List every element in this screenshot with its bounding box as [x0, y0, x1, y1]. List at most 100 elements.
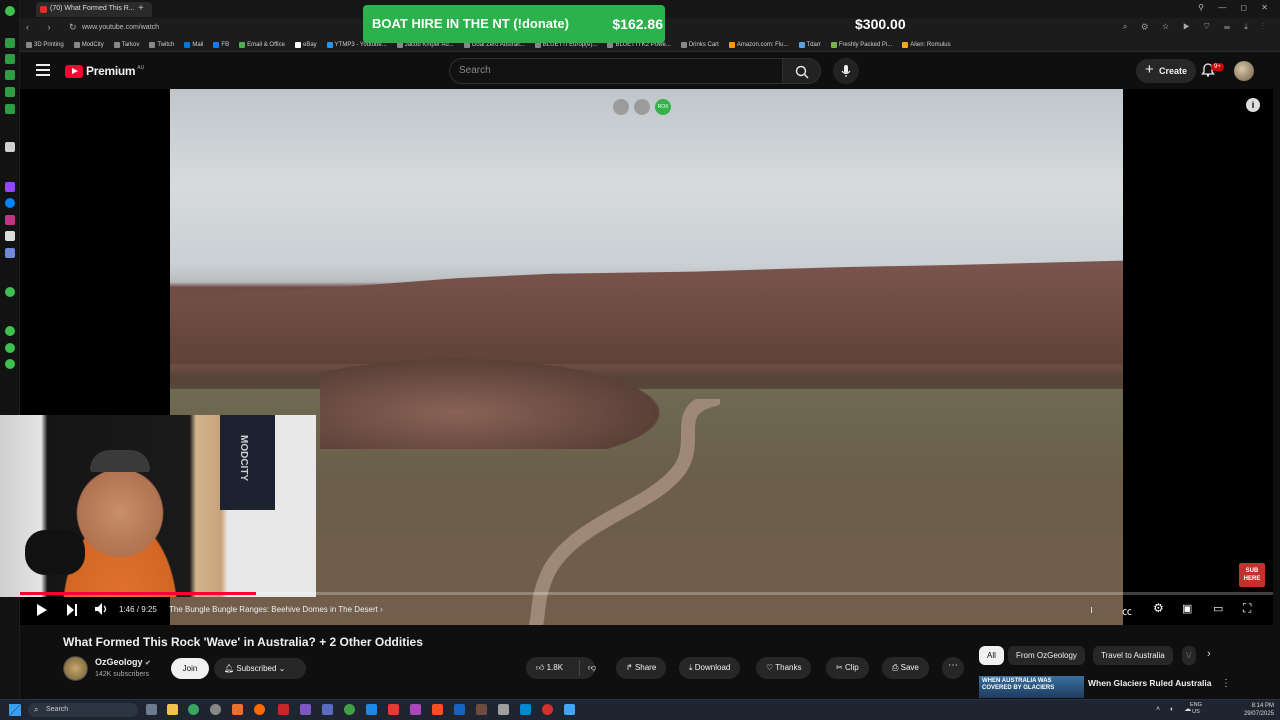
- app-icon[interactable]: [498, 704, 509, 715]
- settings-icon[interactable]: [5, 359, 15, 369]
- dislike-button[interactable]: 👎︎: [579, 660, 604, 676]
- url-field[interactable]: www.youtube.com/watch: [82, 24, 159, 31]
- sidebar-app-icon[interactable]: [5, 87, 15, 97]
- app-icon[interactable]: [432, 704, 443, 715]
- bookmark[interactable]: ModCity: [73, 41, 104, 48]
- file-explorer-icon[interactable]: [167, 704, 178, 715]
- bookmark[interactable]: Email & Office: [239, 41, 285, 48]
- app-icon[interactable]: [300, 704, 311, 715]
- rox-badge[interactable]: ROX: [655, 99, 671, 115]
- x-icon[interactable]: [5, 231, 15, 241]
- task-view-icon[interactable]: [146, 704, 157, 715]
- bookmark[interactable]: eBay: [294, 41, 317, 48]
- autoplay-toggle[interactable]: ⏽: [1088, 605, 1095, 616]
- chip-travel-australia[interactable]: Travel to Australia: [1093, 646, 1173, 665]
- twitch-icon[interactable]: [5, 182, 15, 192]
- share-button[interactable]: ↱ Share: [616, 657, 667, 679]
- bookmark[interactable]: Amazon.com: Flu...: [728, 41, 789, 48]
- sidebar-app-icon[interactable]: [5, 54, 15, 64]
- sidebar-app-icon[interactable]: [5, 38, 15, 48]
- app-icon[interactable]: [520, 704, 531, 715]
- search-input[interactable]: Search: [449, 58, 783, 84]
- search-button[interactable]: [783, 58, 821, 84]
- clip-button[interactable]: ✂ Clip: [826, 657, 869, 679]
- sidebar-app-icon[interactable]: [5, 104, 15, 114]
- window-controls[interactable]: ⚲ ― ◻ ✕: [1198, 3, 1274, 12]
- navigation-buttons[interactable]: ‹ › ↻: [26, 22, 85, 33]
- bookmark[interactable]: Twitch: [149, 41, 174, 48]
- steam-icon[interactable]: [210, 704, 221, 715]
- discord-icon[interactable]: [5, 248, 15, 258]
- bookmark[interactable]: Alien: Romulus: [902, 41, 951, 48]
- sidebar-app-icon[interactable]: [5, 70, 15, 80]
- app-icon[interactable]: [564, 704, 575, 715]
- recommended-thumbnail[interactable]: WHEN AUSTRALIA WAS COVERED BY GLACIERS: [979, 676, 1084, 698]
- opera-gx-icon[interactable]: [344, 704, 355, 715]
- channel-name[interactable]: OzGeology ✔: [95, 657, 151, 667]
- bookmark[interactable]: Freshly Packed Pi...: [830, 41, 892, 48]
- app-icon[interactable]: [410, 704, 421, 715]
- bookmark[interactable]: Drinks Cart: [680, 41, 719, 48]
- youtube-premium-logo[interactable]: Premium AU: [65, 64, 144, 78]
- channel-avatar[interactable]: [63, 656, 88, 681]
- bookmark[interactable]: FB: [213, 41, 229, 48]
- play-icon[interactable]: [36, 603, 48, 617]
- next-icon[interactable]: [66, 603, 78, 617]
- app-icon[interactable]: [278, 704, 289, 715]
- windows-start-icon[interactable]: [9, 704, 21, 716]
- share-screen-icon[interactable]: [634, 99, 650, 115]
- instagram-icon[interactable]: [5, 215, 15, 225]
- theater-mode-icon[interactable]: ▭: [1213, 602, 1223, 615]
- app-icon[interactable]: [388, 704, 399, 715]
- volume-icon[interactable]: [94, 602, 108, 616]
- recommended-more-icon[interactable]: ⋮: [1221, 678, 1231, 689]
- settings-gear-icon[interactable]: ⚙: [1153, 601, 1164, 615]
- recommended-title[interactable]: When Glaciers Ruled Australia: [1088, 678, 1211, 688]
- clock[interactable]: 8:14 PM 29/07/2025: [1244, 702, 1274, 718]
- browser-tab[interactable]: (70) What Formed This R...: [36, 2, 152, 17]
- bookmark[interactable]: Mail: [184, 41, 203, 48]
- app-icon[interactable]: [322, 704, 333, 715]
- browser-menu-icon[interactable]: [5, 6, 15, 16]
- info-icon[interactable]: i: [1246, 98, 1260, 112]
- voice-search-button[interactable]: [833, 58, 859, 84]
- app-icon[interactable]: [366, 704, 377, 715]
- progress-bar[interactable]: [20, 592, 1273, 595]
- sidebar-app-icon[interactable]: [5, 287, 15, 297]
- app-icon[interactable]: [454, 704, 465, 715]
- taskbar-search[interactable]: ⌕ Search: [28, 703, 138, 717]
- chip-from-channel[interactable]: From OzGeology: [1008, 646, 1085, 665]
- bookmark[interactable]: Tdarr: [798, 41, 821, 48]
- more-actions-icon[interactable]: ⋯: [942, 657, 964, 679]
- extension-icons[interactable]: ⌕ ⚙ ☆ ▶ ♡ ☰ ⤓ ⋮: [1123, 22, 1270, 32]
- sidebar-app-icon[interactable]: [5, 326, 15, 336]
- save-button[interactable]: ⎙ Save: [882, 657, 929, 679]
- app-icon[interactable]: [542, 704, 553, 715]
- chapter-title[interactable]: The Bungle Bungle Ranges: Beehive Domes …: [169, 605, 383, 614]
- chip-all[interactable]: All: [979, 646, 1004, 665]
- sidebar-app-icon[interactable]: [5, 142, 15, 152]
- create-button[interactable]: + Create: [1136, 59, 1196, 83]
- join-button[interactable]: Join: [171, 658, 209, 679]
- messenger-icon[interactable]: [5, 198, 15, 208]
- thanks-button[interactable]: ♡ Thanks: [756, 657, 812, 679]
- sidebar-app-icon[interactable]: [5, 343, 15, 353]
- firefox-icon[interactable]: [254, 704, 265, 715]
- download-button[interactable]: ⤓ Download: [679, 657, 741, 679]
- fullscreen-icon[interactable]: ⛶: [1243, 601, 1251, 616]
- bookmark[interactable]: Tarkov: [113, 41, 139, 48]
- menu-icon[interactable]: [36, 64, 50, 76]
- miniplayer-icon[interactable]: ▣: [1182, 602, 1192, 615]
- language-indicator[interactable]: ENG US: [1190, 702, 1202, 716]
- chevron-right-icon[interactable]: ›: [1207, 648, 1211, 660]
- chrome-icon[interactable]: [188, 704, 199, 715]
- captions-icon[interactable]: ㏄: [1122, 603, 1132, 618]
- chip-partial[interactable]: V: [1182, 646, 1196, 665]
- subscribed-button[interactable]: 🔔︎ Subscribed ⌄: [214, 658, 306, 679]
- new-tab-icon[interactable]: +: [138, 3, 144, 14]
- copy-icon[interactable]: [613, 99, 629, 115]
- account-avatar[interactable]: [1234, 61, 1254, 81]
- bookmark[interactable]: 3D Printing: [26, 41, 64, 48]
- vlc-icon[interactable]: [232, 704, 243, 715]
- app-icon[interactable]: [476, 704, 487, 715]
